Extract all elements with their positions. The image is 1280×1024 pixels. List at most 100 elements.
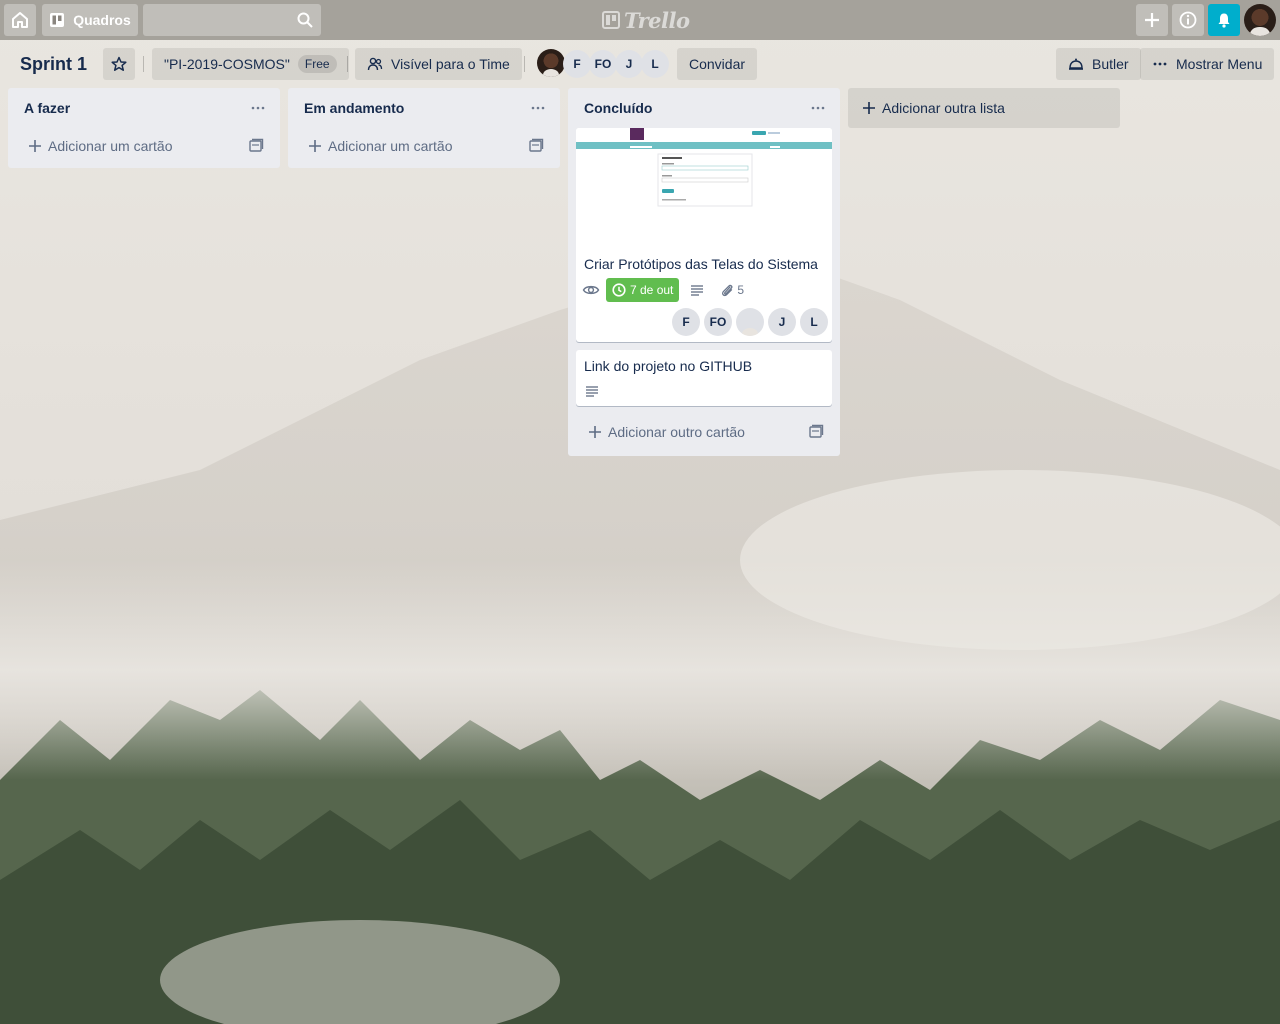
boards-icon (50, 13, 65, 27)
card-member-avatar-photo[interactable] (736, 308, 764, 336)
member-avatar[interactable]: FO (589, 50, 617, 78)
member-avatar[interactable]: L (641, 50, 669, 78)
member-avatar-photo[interactable] (537, 49, 565, 77)
invite-button[interactable]: Convidar (677, 48, 758, 80)
member-avatar[interactable]: J (615, 50, 643, 78)
home-icon (12, 12, 28, 28)
user-avatar[interactable] (1244, 4, 1276, 36)
star-icon (111, 56, 127, 71)
add-list-label: Adicionar outra lista (882, 100, 1005, 116)
visibility-label: Visível para o Time (391, 56, 510, 72)
card-title: Criar Protótipos das Telas do Sistema (584, 256, 818, 272)
description-icon (691, 285, 704, 296)
trello-logo-icon (602, 11, 620, 29)
description-icon (586, 386, 598, 397)
more-icon (251, 106, 265, 110)
description-badge (584, 383, 600, 399)
card-badges (576, 378, 832, 406)
attachments-count: 5 (737, 283, 745, 297)
home-button[interactable] (4, 4, 36, 36)
card-cover-image (576, 128, 832, 246)
team-visibility-icon (367, 57, 383, 71)
add-card-button[interactable]: Adicionar um cartão (296, 128, 552, 164)
add-card-button[interactable]: Adicionar outro cartão (576, 414, 832, 450)
visibility-button[interactable]: Visível para o Time (355, 48, 522, 80)
bell-icon (1218, 13, 1230, 28)
card-members: F FO J L (576, 306, 832, 342)
butler-icon (1069, 58, 1083, 70)
add-card-button[interactable]: Adicionar um cartão (16, 128, 272, 164)
prototype-screenshot-thumbnail (576, 128, 832, 246)
plus-icon (309, 140, 321, 152)
header-separator (143, 56, 144, 72)
notifications-button[interactable] (1208, 4, 1240, 36)
add-card-label: Adicionar outro cartão (608, 424, 745, 440)
eye-icon (582, 285, 600, 295)
plus-icon (589, 426, 601, 438)
boards-button[interactable]: Quadros (42, 4, 138, 36)
card-template-icon[interactable] (528, 138, 544, 154)
card-member-avatar[interactable]: F (672, 308, 700, 336)
card-template-icon[interactable] (248, 138, 264, 154)
search-icon[interactable] (297, 12, 313, 28)
team-name: "PI-2019-COSMOS" (164, 56, 290, 72)
plus-icon (1145, 13, 1159, 27)
star-board-button[interactable] (103, 48, 135, 80)
list-em-andamento: Em andamento Adicionar um cartão (288, 88, 560, 168)
header-separator (524, 56, 525, 72)
board-title[interactable]: Sprint 1 (12, 48, 95, 80)
show-menu-label: Mostrar Menu (1176, 56, 1263, 72)
list-menu-button[interactable] (248, 98, 268, 118)
list-menu-button[interactable] (528, 98, 548, 118)
card-criar-prototipos[interactable]: Criar Protótipos das Telas do Sistema 7 … (576, 128, 832, 342)
info-icon (1179, 11, 1197, 29)
due-date-label: 7 de out (630, 283, 674, 297)
board-header: Sprint 1 "PI-2019-COSMOS" Free Visível p… (0, 40, 1280, 88)
butler-label: Butler (1092, 56, 1129, 72)
plan-badge: Free (297, 55, 337, 73)
card-member-avatar[interactable]: L (800, 308, 828, 336)
search-input[interactable] (143, 4, 321, 36)
boards-label: Quadros (73, 12, 131, 28)
more-icon (811, 106, 825, 110)
list-title[interactable]: A fazer (24, 100, 70, 116)
add-card-label: Adicionar um cartão (328, 138, 453, 154)
top-navigation-bar: Quadros Trello (0, 0, 1280, 40)
description-badge (689, 282, 705, 298)
info-button[interactable] (1172, 4, 1204, 36)
card-member-avatar[interactable]: J (768, 308, 796, 336)
card-member-avatar[interactable]: FO (704, 308, 732, 336)
clock-icon (612, 283, 626, 297)
watching-badge (582, 281, 600, 299)
plus-icon (863, 102, 875, 114)
add-card-label: Adicionar um cartão (48, 138, 173, 154)
card-template-icon[interactable] (808, 424, 824, 440)
list-header: A fazer (8, 88, 280, 128)
search-box (143, 4, 321, 36)
team-button[interactable]: "PI-2019-COSMOS" Free (152, 48, 349, 80)
card-title: Link do projeto no GITHUB (584, 358, 753, 374)
list-header: Em andamento (288, 88, 560, 128)
logo-text: Trello (624, 7, 690, 33)
list-header: Concluído (568, 88, 840, 128)
add-list-button[interactable]: Adicionar outra lista (848, 88, 1120, 128)
list-concluido: Concluído Criar Protótipos das Telas do … (568, 88, 840, 456)
create-button[interactable] (1136, 4, 1168, 36)
list-menu-button[interactable] (808, 98, 828, 118)
header-separator (347, 56, 348, 72)
more-icon (531, 106, 545, 110)
card-link-github[interactable]: Link do projeto no GITHUB (576, 350, 832, 406)
show-menu-button[interactable]: Mostrar Menu (1140, 48, 1275, 80)
list-title[interactable]: Concluído (584, 100, 652, 116)
member-avatar[interactable]: F (563, 50, 591, 78)
more-icon (1153, 62, 1167, 66)
list-a-fazer: A fazer Adicionar um cartão (8, 88, 280, 168)
due-date-badge[interactable]: 7 de out (606, 278, 680, 302)
trello-logo[interactable]: Trello (602, 7, 690, 33)
attachments-badge: 5 (719, 282, 744, 298)
paperclip-icon (722, 284, 733, 297)
butler-button[interactable]: Butler (1056, 48, 1141, 80)
card-badges: 7 de out 5 (576, 276, 832, 306)
list-title[interactable]: Em andamento (304, 100, 404, 116)
invite-label: Convidar (689, 56, 746, 72)
